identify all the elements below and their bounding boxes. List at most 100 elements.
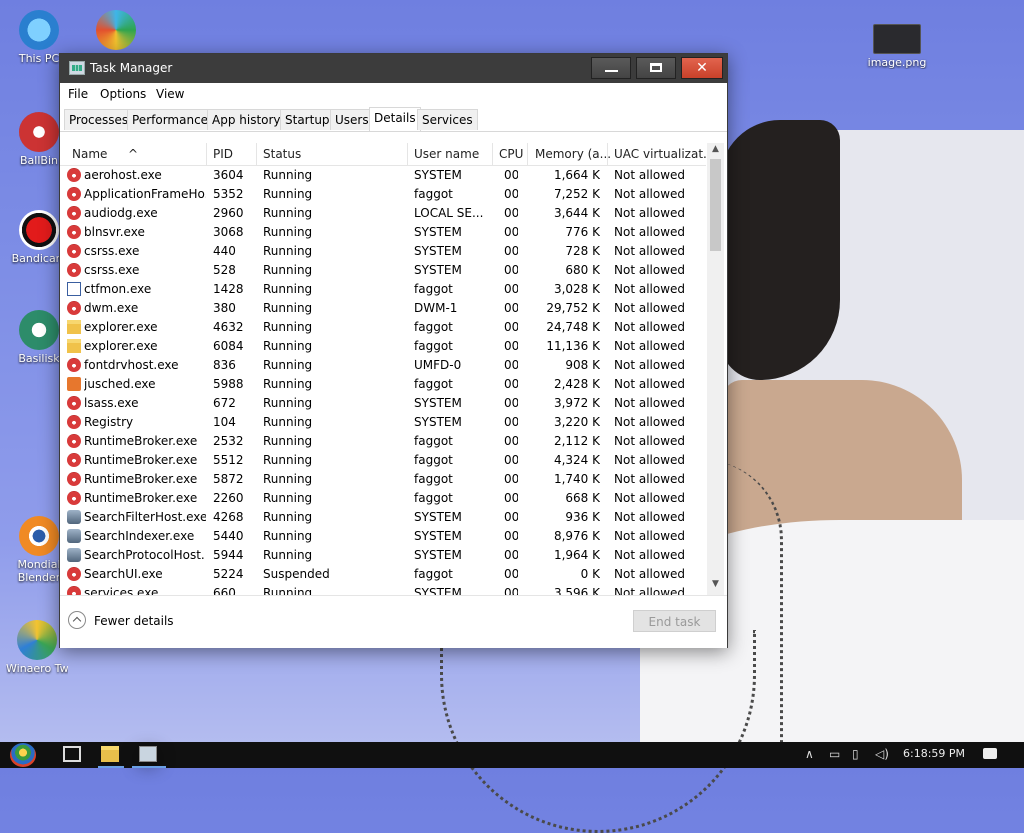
table-row[interactable]: csrss.exe 440 Running SYSTEM 00 728 K Not allo… <box>60 242 706 261</box>
table-row[interactable]: SearchProtocolHost.... 5944 Running SYSTEM 0… <box>60 546 706 565</box>
end-task-button[interactable]: End task <box>633 610 716 632</box>
folder-icon <box>67 320 81 334</box>
computer-icon <box>19 10 59 50</box>
table-row[interactable]: blnsvr.exe 3068 Running SYSTEM 00 776 K Not al… <box>60 223 706 242</box>
task-manager-taskbar-icon[interactable] <box>139 746 157 762</box>
column-header-name[interactable]: Name <box>72 147 107 161</box>
table-row[interactable]: SearchFilterHost.exe 4268 Running SYSTEM 00 9… <box>60 508 706 527</box>
network-icon[interactable]: ▭ <box>829 747 840 761</box>
cell-user-name: SYSTEM <box>414 529 462 543</box>
table-row[interactable]: RuntimeBroker.exe 5872 Running faggot 00 1,74… <box>60 470 706 489</box>
cell-memory: 776 K <box>565 225 600 239</box>
cell-pid: 5352 <box>213 187 244 201</box>
fewer-details-link[interactable]: Fewer details <box>94 614 174 628</box>
table-row[interactable]: RuntimeBroker.exe 2260 Running faggot 00 668 … <box>60 489 706 508</box>
table-row[interactable]: audiodg.exe 2960 Running LOCAL SE... 00 3,644… <box>60 204 706 223</box>
cell-pid: 5512 <box>213 453 244 467</box>
cell-name: RuntimeBroker.exe <box>84 491 198 505</box>
generic-process-icon <box>67 244 81 258</box>
column-header-memory[interactable]: Memory (a... <box>535 147 611 161</box>
cell-user-name: SYSTEM <box>414 263 462 277</box>
start-button[interactable] <box>10 743 36 767</box>
table-row[interactable]: aerohost.exe 3604 Running SYSTEM 00 1,664 K No… <box>60 166 706 185</box>
cell-user-name: SYSTEM <box>414 396 462 410</box>
scroll-thumb[interactable] <box>710 159 721 251</box>
cell-cpu: 00 <box>504 548 518 562</box>
title-bar[interactable]: Task Manager ✕ <box>60 54 727 83</box>
table-row[interactable]: fontdrvhost.exe 836 Running UMFD-0 00 908 K No… <box>60 356 706 375</box>
cell-memory: 3,028 K <box>553 282 600 296</box>
column-divider[interactable] <box>407 143 408 165</box>
action-center-icon[interactable] <box>983 748 997 759</box>
menu-bar: File Options View <box>60 83 727 105</box>
table-row[interactable]: jusched.exe 5988 Running faggot 00 2,428 K Not… <box>60 375 706 394</box>
column-divider[interactable] <box>492 143 493 165</box>
table-row[interactable]: explorer.exe 4632 Running faggot 00 24,748 K N… <box>60 318 706 337</box>
table-row[interactable]: RuntimeBroker.exe 5512 Running faggot 00 4,32… <box>60 451 706 470</box>
tab-details[interactable]: Details <box>369 107 421 131</box>
details-table: ^ Name PID Status User name CPU Memory (… <box>60 143 727 595</box>
scroll-up-arrow-icon[interactable]: ▲ <box>707 144 724 159</box>
cell-pid: 528 <box>213 263 236 277</box>
column-divider[interactable] <box>206 143 207 165</box>
table-row[interactable]: csrss.exe 528 Running SYSTEM 00 680 K Not allo… <box>60 261 706 280</box>
task-view-icon[interactable] <box>63 746 81 762</box>
cell-name: Registry <box>84 415 134 429</box>
menu-file[interactable]: File <box>68 87 88 101</box>
file-explorer-icon[interactable] <box>101 746 119 762</box>
table-row[interactable]: ApplicationFrameHo... 5352 Running faggot 00… <box>60 185 706 204</box>
edge-browser-icon <box>96 10 136 50</box>
column-header-status[interactable]: Status <box>263 147 301 161</box>
cell-pid: 380 <box>213 301 236 315</box>
tab-startup[interactable]: Startup <box>280 109 335 130</box>
basilisk-browser-icon <box>19 310 59 350</box>
menu-options[interactable]: Options <box>100 87 146 101</box>
menu-view[interactable]: View <box>156 87 184 101</box>
chevron-up-icon[interactable] <box>68 611 86 629</box>
column-header-pid[interactable]: PID <box>213 147 233 161</box>
vertical-scrollbar[interactable]: ▲ ▼ <box>707 143 724 595</box>
tab-processes[interactable]: Processes <box>64 109 134 130</box>
table-row[interactable]: ctfmon.exe 1428 Running faggot 00 3,028 K Not … <box>60 280 706 299</box>
cell-cpu: 00 <box>504 187 518 201</box>
tab-users[interactable]: Users <box>330 109 374 130</box>
table-row[interactable]: RuntimeBroker.exe 2532 Running faggot 00 2,11… <box>60 432 706 451</box>
cell-status: Running <box>263 282 313 296</box>
image-file-icon <box>873 24 921 54</box>
table-row[interactable]: services.exe 660 Running SYSTEM 00 3,596 K Not… <box>60 584 706 595</box>
column-header-user-name[interactable]: User name <box>414 147 479 161</box>
desktop-icon-image-png[interactable]: image.png <box>864 24 930 69</box>
table-row[interactable]: explorer.exe 6084 Running faggot 00 11,136 K N… <box>60 337 706 356</box>
cell-status: Running <box>263 548 313 562</box>
tab-services[interactable]: Services <box>417 109 478 130</box>
cell-pid: 440 <box>213 244 236 258</box>
table-row[interactable]: SearchIndexer.exe 5440 Running SYSTEM 00 8,97… <box>60 527 706 546</box>
cell-cpu: 00 <box>504 472 518 486</box>
minimize-button[interactable] <box>591 57 631 79</box>
column-divider[interactable] <box>527 143 528 165</box>
clock[interactable]: 6:18:59 PM <box>903 747 965 760</box>
column-header-uac[interactable]: UAC virtualizat... <box>614 147 714 161</box>
maximize-button[interactable] <box>636 57 676 79</box>
cell-user-name: SYSTEM <box>414 586 462 595</box>
desktop-icon-edge[interactable] <box>85 10 147 52</box>
cell-name: services.exe <box>84 586 159 595</box>
generic-process-icon <box>67 567 81 581</box>
table-row[interactable]: Registry 104 Running SYSTEM 00 3,220 K Not all… <box>60 413 706 432</box>
speaker-icon[interactable]: ◁) <box>875 747 889 761</box>
table-row[interactable]: lsass.exe 672 Running SYSTEM 00 3,972 K Not al… <box>60 394 706 413</box>
column-divider[interactable] <box>256 143 257 165</box>
tab-app-history[interactable]: App history <box>207 109 286 130</box>
table-row[interactable]: SearchUI.exe 5224 Suspended faggot 00 0 K Not … <box>60 565 706 584</box>
cell-cpu: 00 <box>504 453 518 467</box>
tab-performance[interactable]: Performance <box>127 109 214 130</box>
scroll-down-arrow-icon[interactable]: ▼ <box>707 579 724 594</box>
column-header-cpu[interactable]: CPU <box>499 147 523 161</box>
table-row[interactable]: dwm.exe 380 Running DWM-1 00 29,752 K Not allo… <box>60 299 706 318</box>
cell-pid: 4268 <box>213 510 244 524</box>
cell-name: csrss.exe <box>84 263 140 277</box>
close-button[interactable]: ✕ <box>681 57 723 79</box>
column-divider[interactable] <box>607 143 608 165</box>
battery-icon[interactable]: ▯ <box>852 747 859 761</box>
chevron-up-tray-icon[interactable]: ∧ <box>805 747 814 761</box>
